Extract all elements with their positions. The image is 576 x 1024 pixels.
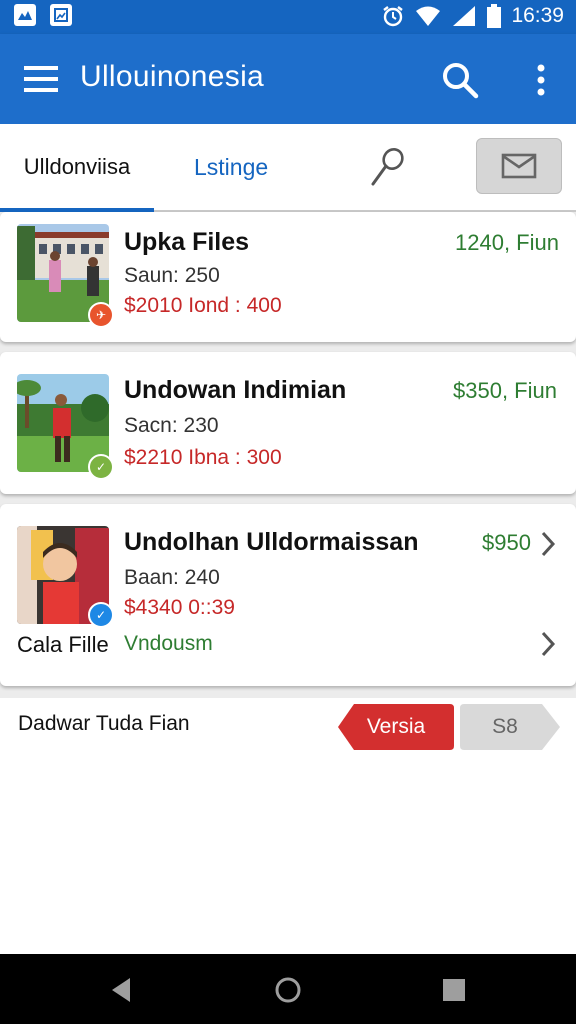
listing-right-value: 1240, Fiun	[455, 230, 559, 255]
app-bar: Ullouinonesia	[0, 34, 576, 124]
wifi-icon	[416, 6, 441, 26]
listing-title: Undolhan Ulldormaissan	[124, 528, 419, 556]
list-item[interactable]: ✈ Upka Files Saun: 250 $2010 Iond : 400 …	[0, 212, 576, 342]
gallery-notification-icon	[14, 4, 36, 26]
system-nav-bar	[0, 954, 576, 1024]
listing-title: Undowan Indimian	[124, 376, 347, 404]
recents-icon[interactable]	[442, 978, 466, 1002]
version-tag-button[interactable]: Versia	[338, 704, 454, 750]
listing-price: $2210 Ibna : 300	[124, 446, 282, 469]
listing-subtitle: Saun: 250	[124, 264, 220, 287]
photos-notification-icon	[50, 4, 72, 26]
tab-bar: Ulldonviisa Lstinge	[0, 124, 576, 212]
battery-icon	[487, 4, 502, 28]
list-item[interactable]: ✓ Undolhan Ulldormaissan Baan: 240 $4340…	[0, 504, 576, 686]
alarm-icon	[383, 6, 404, 27]
listing-subtitle: Baan: 240	[124, 566, 220, 589]
app-title: Ullouinonesia	[80, 60, 265, 93]
chevron-right-icon[interactable]	[540, 630, 556, 658]
tab-lstinge[interactable]: Lstinge	[194, 124, 268, 210]
version-tag-label: Versia	[366, 715, 426, 738]
search-icon[interactable]	[440, 60, 480, 100]
secondary-tag-label: S8	[492, 715, 518, 738]
status-badge-icon: ✓	[88, 454, 114, 480]
verified-badge-icon: ✓	[88, 602, 114, 628]
category-badge-icon: ✈	[88, 302, 114, 328]
signal-icon	[453, 6, 476, 26]
chevron-right-icon[interactable]	[540, 530, 556, 558]
secondary-tag-button[interactable]: S8	[460, 704, 560, 750]
listing-right-value: $350, Fiun	[453, 378, 557, 403]
listing-list: ✈ Upka Files Saun: 250 $2010 Iond : 400 …	[0, 212, 576, 698]
listing-price: $4340 0::39	[124, 596, 235, 619]
status-time: 16:39	[511, 4, 564, 27]
listing-price: $2010 Iond : 400	[124, 294, 282, 317]
more-options-icon[interactable]	[528, 62, 554, 98]
status-bar: 16:39	[0, 0, 576, 34]
listing-subtitle: Sacn: 230	[124, 414, 219, 437]
list-item[interactable]: ✓ Undowan Indimian Sacn: 230 $2210 Ibna …	[0, 352, 576, 494]
listing-extra-value: Vndousm	[124, 632, 213, 655]
back-icon[interactable]	[108, 976, 134, 1004]
inbox-button[interactable]	[476, 138, 562, 194]
mail-icon	[501, 153, 537, 179]
home-icon[interactable]	[274, 976, 302, 1004]
listing-title: Upka Files	[124, 228, 250, 256]
tab-ulldonviisa[interactable]: Ulldonviisa	[0, 124, 154, 212]
microphone-icon[interactable]	[366, 146, 408, 188]
menu-icon[interactable]	[24, 64, 60, 94]
listing-right-value: $950	[482, 530, 531, 555]
listing-extra-label: Cala Fille	[17, 632, 109, 657]
footer-label: Dadwar Tuda Fian	[18, 712, 190, 735]
footer-panel: Dadwar Tuda Fian Versia S8	[0, 698, 576, 954]
